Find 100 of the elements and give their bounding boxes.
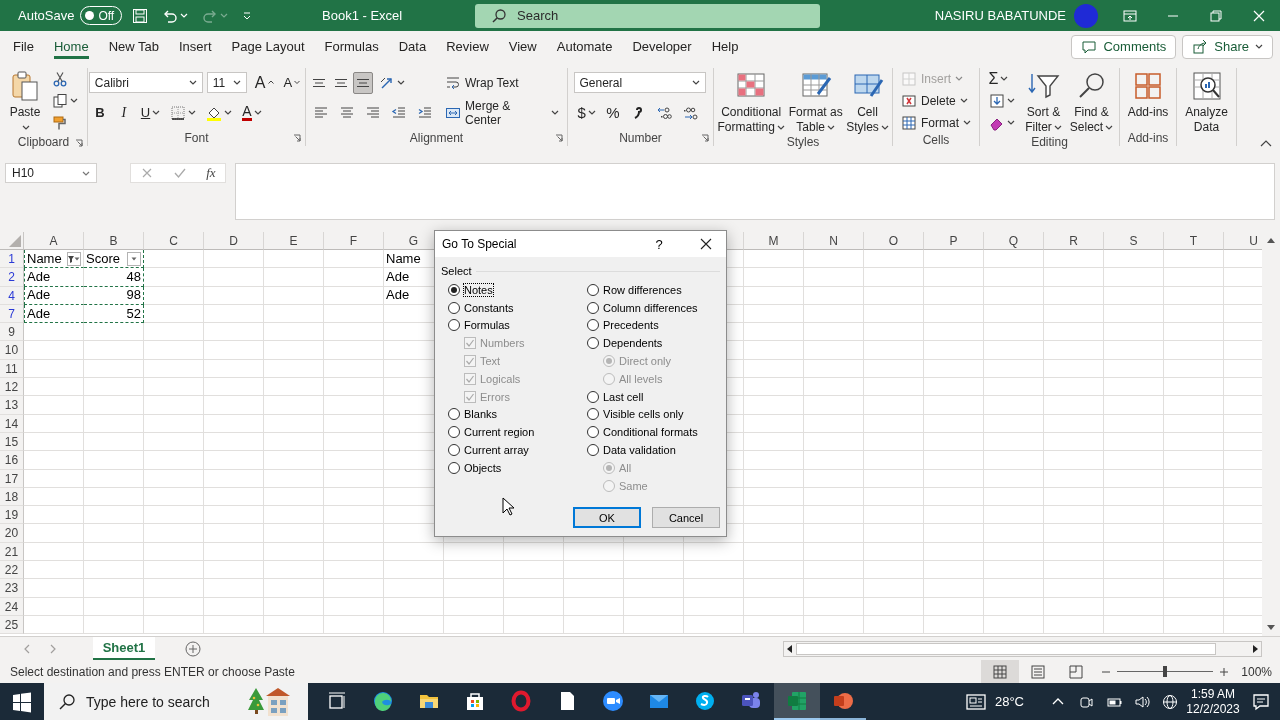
delete-button[interactable]: Delete xyxy=(896,89,973,112)
option-label[interactable]: Data validation xyxy=(603,444,676,457)
group-label: Clipboard xyxy=(17,135,70,149)
group-label: Editing xyxy=(1031,135,1068,149)
row-header[interactable]: 22 xyxy=(0,561,24,580)
row-header[interactable]: 16 xyxy=(0,451,24,470)
format-button[interactable]: Format xyxy=(896,111,976,134)
autosave-label: AutoSave xyxy=(18,8,75,23)
column-header[interactable]: F xyxy=(324,232,384,250)
option-label[interactable]: Constants xyxy=(464,301,514,314)
add-ins-button[interactable]: Add-ins xyxy=(1123,68,1173,120)
share-button[interactable]: Share xyxy=(1182,34,1273,59)
group-label: Styles xyxy=(786,135,820,149)
menu-tab[interactable]: New Tab xyxy=(108,34,159,59)
currency-button[interactable]: $ xyxy=(573,101,600,124)
option-label[interactable]: Precedents xyxy=(603,319,659,332)
option-label[interactable]: Blanks xyxy=(464,408,498,421)
ok-button[interactable]: OK xyxy=(573,507,641,528)
group-label: Select xyxy=(441,265,472,277)
search-box[interactable]: Search xyxy=(475,3,820,28)
option-label[interactable]: Column differences xyxy=(603,301,698,314)
find-select-button[interactable]: Find & Select xyxy=(1068,68,1115,135)
column-header[interactable]: N xyxy=(804,232,864,250)
font-color-button[interactable]: A xyxy=(238,101,266,124)
group-label: Number xyxy=(619,131,662,145)
row-header[interactable]: 9 xyxy=(0,323,24,342)
grow-font-button[interactable]: A xyxy=(250,71,278,94)
name-box[interactable]: H10 xyxy=(5,163,97,183)
column-header[interactable]: C xyxy=(144,232,204,250)
italic-button[interactable]: I xyxy=(112,101,135,124)
option-label[interactable]: Formulas xyxy=(464,319,510,332)
merge-center-button[interactable]: Merge & Center xyxy=(440,101,564,124)
row-header[interactable]: 13 xyxy=(0,396,24,415)
option-label[interactable]: Current region xyxy=(464,426,535,439)
comments-button[interactable]: Comments xyxy=(1071,34,1177,59)
font-name-dropdown[interactable]: Calibri xyxy=(88,72,203,93)
option-label[interactable]: Objects xyxy=(464,461,502,474)
percent-button[interactable]: % xyxy=(601,101,624,124)
menu-tab[interactable]: Page Layout xyxy=(231,34,305,59)
column-header[interactable]: U xyxy=(1224,232,1262,250)
wrap-text-button[interactable]: Wrap Text xyxy=(440,71,524,94)
menu-tab[interactable]: Automate xyxy=(556,34,613,59)
menu-tab[interactable]: View xyxy=(508,34,537,59)
menu-tab[interactable]: File xyxy=(13,34,34,59)
font-size-dropdown[interactable]: 11 xyxy=(206,72,247,93)
analyze-data-button[interactable]: Analyze Data xyxy=(1180,68,1233,135)
column-header[interactable]: T xyxy=(1164,232,1224,250)
cell-styles-button[interactable]: Cell Styles xyxy=(846,68,889,135)
taskbar-search-input[interactable]: Type here to search xyxy=(86,693,236,710)
menu-tab[interactable]: Data xyxy=(398,34,427,59)
table-cell: Ade xyxy=(24,304,84,324)
row-header[interactable]: 19 xyxy=(0,506,24,525)
column-header[interactable]: S xyxy=(1104,232,1164,250)
format-as-table-button[interactable]: Format as Table xyxy=(788,68,844,135)
group-label: Cells xyxy=(922,133,950,147)
column-header[interactable]: P xyxy=(924,232,984,250)
row-header[interactable]: 1 xyxy=(0,250,24,269)
row-header[interactable]: 10 xyxy=(0,341,24,360)
row-header[interactable]: 20 xyxy=(0,524,24,543)
column-header[interactable]: M xyxy=(744,232,804,250)
option-label[interactable]: Row differences xyxy=(603,283,682,296)
number-format-dropdown[interactable]: General xyxy=(573,72,706,93)
insert-function-button[interactable]: fx xyxy=(206,165,216,181)
sheet-tab[interactable]: Sheet1 xyxy=(93,637,155,660)
option-label[interactable]: Dependents xyxy=(603,337,663,350)
menu-tab[interactable]: Review xyxy=(446,34,489,59)
autosum-button[interactable]: Σ xyxy=(984,67,1013,90)
row-header[interactable]: 23 xyxy=(0,579,24,598)
option-label[interactable]: Conditional formats xyxy=(603,426,698,439)
paste-button[interactable]: Paste xyxy=(5,68,45,135)
row-header[interactable]: 2 xyxy=(0,268,24,287)
bold-button[interactable]: B xyxy=(88,101,111,124)
column-header[interactable]: O xyxy=(864,232,924,250)
column-header[interactable]: B xyxy=(84,232,144,250)
column-header[interactable]: R xyxy=(1044,232,1104,250)
menu-tab[interactable]: Help xyxy=(711,34,739,59)
group-label: Alignment xyxy=(409,131,464,145)
column-header[interactable]: D xyxy=(204,232,264,250)
conditional-formatting-button[interactable]: Conditional Formatting xyxy=(717,68,786,135)
row-header[interactable]: 12 xyxy=(0,378,24,397)
status-message: Select destination and press ENTER or choose Paste xyxy=(10,664,295,679)
column-header[interactable]: E xyxy=(264,232,324,250)
sort-filter-button[interactable]: Sort & Filter xyxy=(1021,68,1066,135)
menu-tab[interactable]: Insert xyxy=(179,34,212,59)
shrink-font-button[interactable]: A xyxy=(279,71,305,94)
option-label[interactable]: Notes xyxy=(464,283,493,296)
taskbar-search-box[interactable]: Type here to search xyxy=(44,683,308,720)
menu-tab[interactable]: Home xyxy=(53,34,89,59)
option-label[interactable]: Visible cells only xyxy=(603,408,684,421)
option-label[interactable]: Current array xyxy=(464,444,529,457)
option-label[interactable]: Last cell xyxy=(603,390,644,403)
underline-button[interactable]: U xyxy=(136,101,165,124)
menu-tab[interactable]: Formulas xyxy=(324,34,379,59)
cancel-button[interactable]: Cancel xyxy=(652,507,720,528)
column-header[interactable]: Q xyxy=(984,232,1044,250)
column-header[interactable]: A xyxy=(24,232,84,250)
search-input[interactable]: Search xyxy=(517,8,797,23)
weather-button[interactable]: 28°C xyxy=(964,690,1024,713)
menu-tab[interactable]: Developer xyxy=(632,34,692,59)
help-button[interactable]: ? xyxy=(649,233,669,255)
